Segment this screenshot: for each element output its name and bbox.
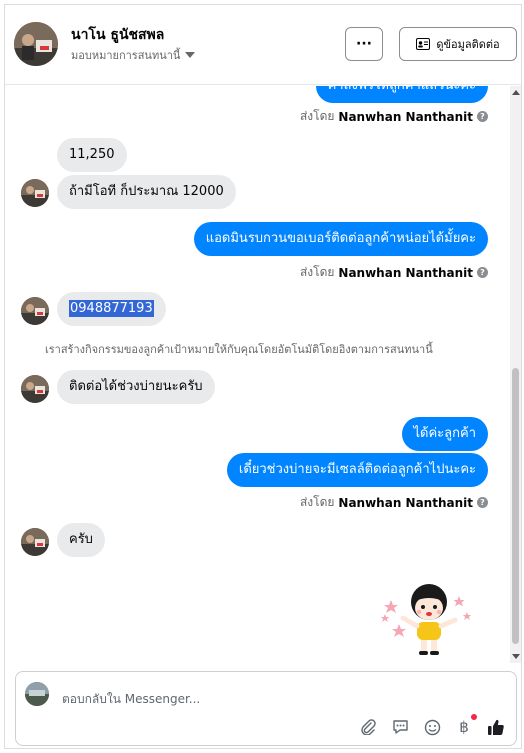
incoming-message-phone[interactable]: 0948877193 (57, 292, 166, 326)
messenger-window: นาโน ธูนัชสพล มอบหมายการสนทนานี้ ··· ดูข… (4, 4, 522, 749)
scroll-thumb[interactable] (512, 368, 519, 644)
sent-by-label: ส่งโดย Nanwhan Nanthanit ? (300, 107, 488, 126)
more-options-button[interactable]: ··· (345, 27, 383, 61)
scroll-down-arrow-icon[interactable] (512, 654, 520, 659)
contact-avatar-small (21, 375, 49, 403)
sent-by-prefix: ส่งโดย (299, 495, 335, 509)
outgoing-message[interactable]: แอดมินรบกวนขอเบอร์ติดต่อลูกค้าหน่อยได้มั… (193, 222, 488, 256)
outgoing-message[interactable]: ค่าส่งฟรีให้ลูกค้าแล้วนะคะ (315, 86, 488, 103)
info-icon[interactable]: ? (477, 497, 488, 508)
like-icon[interactable] (486, 717, 506, 737)
attachment-icon[interactable] (358, 717, 378, 737)
phone-number-selected[interactable]: 0948877193 (69, 300, 154, 317)
info-icon[interactable]: ? (477, 267, 488, 278)
reply-composer[interactable]: ตอบกลับใน Messenger... ฿ (15, 671, 517, 746)
sender-name: Nanwhan Nanthanit (338, 265, 473, 280)
sent-by-prefix: ส่งโดย (299, 109, 335, 123)
page-avatar (25, 682, 49, 706)
outgoing-message[interactable]: ได้ค่ะลูกค้า (401, 417, 488, 451)
saved-reply-icon[interactable] (390, 717, 410, 737)
scroll-up-arrow-icon[interactable] (512, 90, 520, 95)
system-notice: เราสร้างกิจกรรมของลูกค้าเป้าหมายให้กับคุ… (45, 343, 433, 356)
view-contact-label: ดูข้อมูลติดต่อ (436, 38, 500, 51)
sent-by-label: ส่งโดย Nanwhan Nanthanit ? (300, 263, 488, 282)
contact-avatar-small (21, 179, 49, 207)
incoming-message[interactable]: ติดต่อได้ช่วงบ่ายนะครับ (57, 370, 215, 404)
outgoing-message[interactable]: เดี๋ยวช่วงบ่ายจะมีเซลล์ติดต่อลูกค้าไปนะค… (226, 453, 488, 487)
conversation-header: นาโน ธูนัชสพล มอบหมายการสนทนานี้ ··· ดูข… (5, 5, 521, 85)
composer-toolbar: ฿ (358, 714, 506, 737)
sent-by-label: ส่งโดย Nanwhan Nanthanit ? (300, 493, 488, 512)
reply-input[interactable]: ตอบกลับใน Messenger... (62, 690, 200, 709)
sender-name: Nanwhan Nanthanit (338, 109, 473, 124)
sender-name: Nanwhan Nanthanit (338, 495, 473, 510)
contact-avatar[interactable] (14, 22, 58, 66)
contact-avatar-small (21, 297, 49, 325)
incoming-message[interactable]: 11,250 (57, 138, 127, 172)
sent-by-prefix: ส่งโดย (299, 265, 335, 279)
incoming-message[interactable]: ครับ (57, 523, 105, 557)
assign-conversation-dropdown[interactable]: มอบหมายการสนทนานี้ (71, 46, 196, 64)
girl-sticker[interactable] (377, 578, 477, 662)
info-icon[interactable]: ? (477, 111, 488, 122)
message-thread: ค่าส่งฟรีให้ลูกค้าแล้วนะคะ ส่งโดย Nanwha… (5, 86, 510, 663)
baht-payment-icon[interactable]: ฿ (454, 714, 477, 737)
notification-dot (471, 714, 477, 720)
contact-name: นาโน ธูนัชสพล (71, 27, 165, 43)
incoming-message[interactable]: ถ้ามีโอที ก็ประมาณ 12000 (57, 175, 236, 209)
contact-card-icon (416, 38, 431, 50)
thread-scrollbar[interactable] (510, 86, 521, 663)
contact-avatar-small (21, 528, 49, 556)
emoji-icon[interactable] (422, 717, 442, 737)
view-contact-button[interactable]: ดูข้อมูลติดต่อ (399, 27, 517, 61)
caret-down-icon (185, 52, 196, 58)
assign-label: มอบหมายการสนทนานี้ (71, 49, 181, 62)
